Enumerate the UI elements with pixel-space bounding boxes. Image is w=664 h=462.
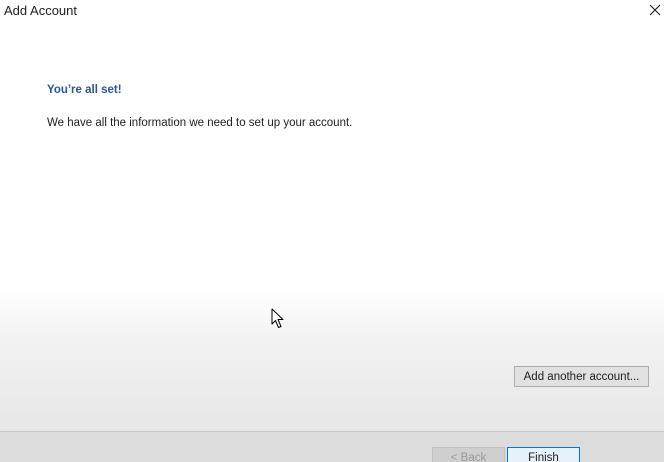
close-icon (649, 4, 661, 16)
status-heading: You’re all set! (47, 84, 122, 96)
finish-button[interactable]: Finish (507, 447, 580, 462)
dialog-title: Add Account (4, 3, 77, 18)
back-button[interactable]: < Back (432, 447, 505, 462)
add-account-dialog: Add Account You’re all set! We have all … (0, 0, 664, 462)
mouse-pointer-icon (271, 308, 284, 328)
status-message: We have all the information we need to s… (47, 117, 353, 129)
close-button[interactable] (646, 0, 664, 20)
add-another-account-button[interactable]: Add another account... (514, 366, 649, 387)
